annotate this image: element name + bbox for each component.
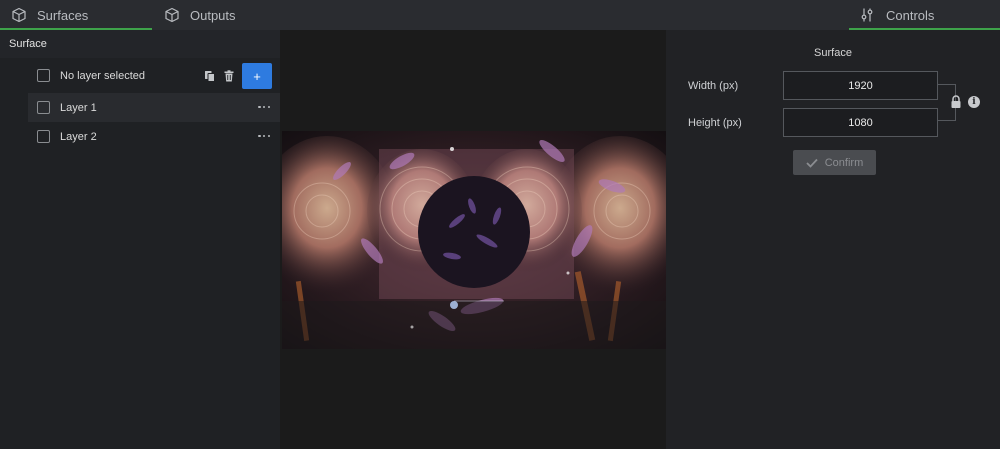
no-layer-label: No layer selected	[60, 69, 145, 82]
more-dots-icon[interactable]	[258, 134, 270, 139]
confirm-button[interactable]: Confirm	[793, 150, 876, 175]
cube-icon	[11, 7, 27, 23]
width-label: Width (px)	[688, 80, 739, 92]
select-all-checkbox[interactable]	[37, 69, 50, 82]
confirm-label: Confirm	[824, 156, 864, 169]
layer-2-label: Layer 2	[60, 130, 97, 143]
layer-row-2[interactable]: Layer 2	[28, 122, 280, 151]
tab-controls[interactable]: Controls	[849, 0, 1000, 30]
info-icon[interactable]: i	[968, 96, 980, 108]
check-icon	[806, 158, 818, 168]
add-layer-button[interactable]: +	[242, 63, 272, 89]
controls-title: Surface	[814, 47, 852, 59]
copy-icon[interactable]	[204, 70, 216, 82]
preview-area	[280, 30, 666, 449]
lock-icon[interactable]	[950, 95, 962, 109]
layer-row-1[interactable]: Layer 1	[28, 93, 280, 122]
layer-1-checkbox[interactable]	[37, 101, 50, 114]
tab-surfaces-label: Surfaces	[37, 7, 89, 23]
trash-icon[interactable]	[223, 69, 235, 82]
plus-icon: +	[253, 68, 261, 84]
tab-outputs-label: Outputs	[190, 7, 236, 23]
cube-icon	[164, 7, 180, 23]
tab-outputs[interactable]: Outputs	[152, 0, 292, 30]
tab-surfaces[interactable]: Surfaces	[0, 0, 152, 30]
height-input[interactable]: 1080	[783, 108, 938, 137]
width-input[interactable]: 1920	[783, 71, 938, 100]
surface-preview-image[interactable]	[282, 131, 666, 349]
more-dots-icon[interactable]	[258, 105, 270, 110]
layer-1-label: Layer 1	[60, 101, 97, 114]
top-tab-bar: Surfaces Outputs Controls	[0, 0, 1000, 30]
layers-panel: Surface No layer selected + Layer 1 Laye…	[0, 30, 280, 449]
controls-panel: Surface Width (px) 1920 Height (px) 1080…	[666, 30, 1000, 449]
tab-controls-label: Controls	[886, 7, 935, 23]
sliders-icon	[860, 7, 876, 23]
layer-2-checkbox[interactable]	[37, 130, 50, 143]
height-label: Height (px)	[688, 117, 742, 129]
surface-header: Surface	[0, 30, 280, 58]
